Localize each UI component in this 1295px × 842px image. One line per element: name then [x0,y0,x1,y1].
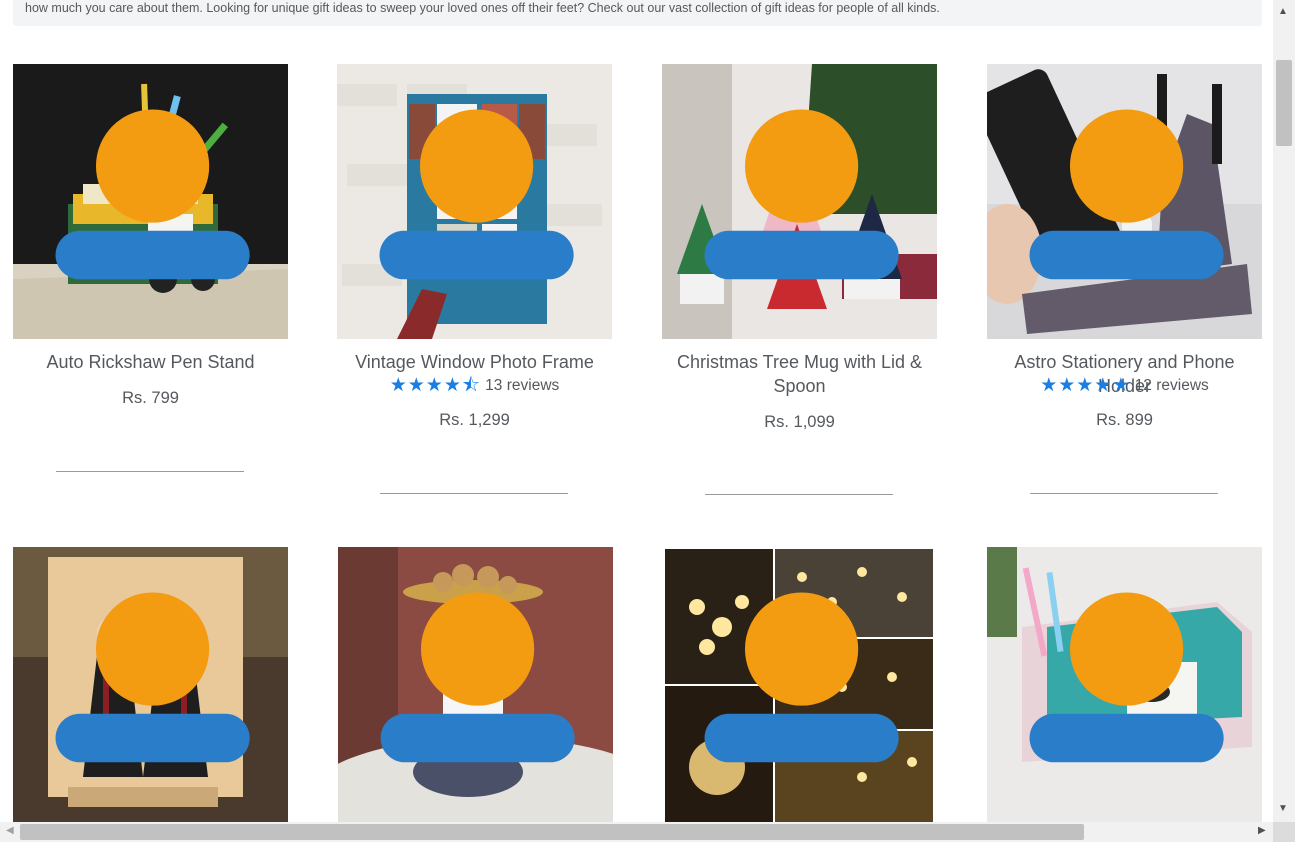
vertical-scrollbar[interactable]: ▲ ▼ [1273,0,1295,822]
product-image[interactable] [987,547,1262,822]
product-price: Rs. 799 [122,389,179,407]
product-image[interactable] [662,64,937,339]
product-image[interactable] [337,64,612,339]
divider [380,493,568,494]
intro-text: how much you care about them. Looking fo… [25,1,940,15]
scroll-up-icon[interactable]: ▲ [1278,6,1288,17]
product-rating[interactable]: ★★★★★ 12 reviews [987,376,1262,396]
brand-logo-icon [379,109,574,280]
divider [56,471,244,472]
product-price: Rs. 1,099 [764,413,835,431]
rating-stars-icon: ★★★★★ [1040,375,1131,396]
brand-logo-icon [55,109,250,280]
product-title[interactable]: Auto Rickshaw Pen Stand [13,350,288,374]
horizontal-scroll-thumb[interactable] [20,824,1084,840]
product-image[interactable] [662,547,937,822]
divider [705,494,893,495]
scrollbar-corner [1273,822,1295,842]
brand-logo-icon [704,592,899,763]
product-title-line-1: Christmas Tree Mug with Lid & [676,352,923,372]
intro-banner: how much you care about them. Looking fo… [13,0,1262,26]
scroll-left-icon[interactable]: ◀ [6,825,14,836]
product-price: Rs. 899 [1096,411,1153,429]
rating-stars-icon: ★★★★⯪ [389,375,481,396]
vertical-scroll-thumb[interactable] [1276,60,1292,146]
brand-logo-icon [704,109,899,280]
horizontal-scrollbar[interactable]: ◀ ▶ [0,822,1273,842]
scroll-down-icon[interactable]: ▼ [1278,803,1288,814]
product-price: Rs. 1,299 [439,411,510,429]
product-title-line-2: Spoon [773,376,826,396]
product-title[interactable]: Christmas Tree Mug with Lid & Spoon [662,350,937,398]
brand-logo-icon [55,592,250,763]
product-image[interactable] [987,64,1262,339]
review-count: 13 reviews [485,377,560,394]
scroll-right-icon[interactable]: ▶ [1258,825,1266,836]
page-viewport: how much you care about them. Looking fo… [0,0,1273,822]
product-image[interactable] [338,547,613,822]
product-title[interactable]: Vintage Window Photo Frame [337,350,612,374]
brand-logo-icon [1029,109,1224,280]
product-rating[interactable]: ★★★★⯪ 13 reviews [337,376,612,396]
product-image[interactable] [13,547,288,822]
divider [1030,493,1218,494]
brand-logo-icon [1029,592,1224,763]
product-image[interactable] [13,64,288,339]
brand-logo-icon [380,592,575,763]
review-count: 12 reviews [1134,377,1209,394]
